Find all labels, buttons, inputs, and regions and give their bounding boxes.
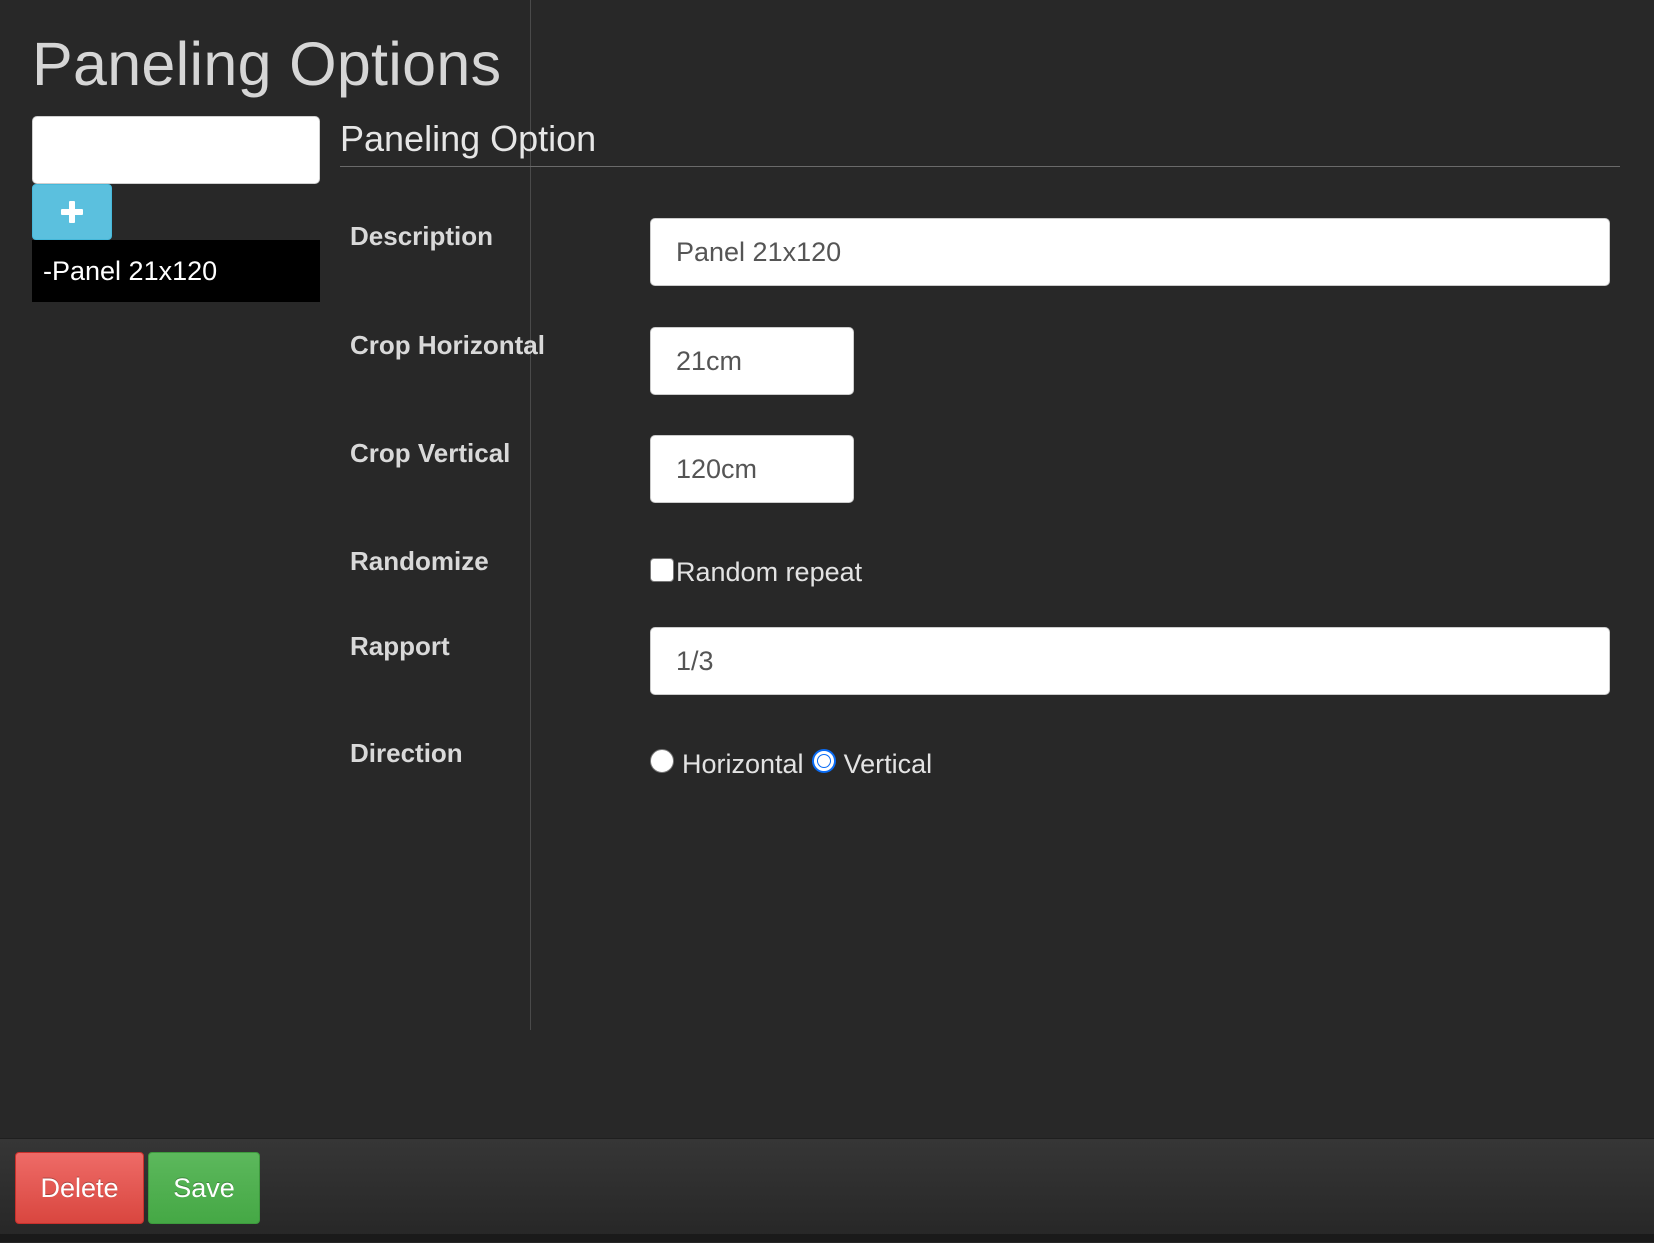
direction-vertical-radio[interactable] <box>811 749 836 773</box>
direction-vertical-label[interactable]: Vertical <box>844 746 933 782</box>
crop-vertical-field[interactable] <box>650 435 854 503</box>
randomize-label: Randomize <box>350 546 489 576</box>
plus-icon <box>61 201 83 223</box>
direction-horizontal-radio[interactable] <box>650 749 674 773</box>
rapport-label: Rapport <box>350 631 450 661</box>
crop-vertical-label: Crop Vertical <box>350 438 511 468</box>
save-button[interactable]: Save <box>148 1152 260 1224</box>
random-repeat-checkbox[interactable] <box>650 558 674 582</box>
options-list: -Panel 21x120 <box>32 240 320 302</box>
add-option-button[interactable] <box>32 184 112 240</box>
delete-button[interactable]: Delete <box>15 1152 144 1224</box>
crop-horizontal-field[interactable] <box>650 327 854 395</box>
direction-horizontal-label[interactable]: Horizontal <box>682 746 804 782</box>
footer-bottom-edge <box>0 1234 1654 1242</box>
new-option-input[interactable] <box>32 116 320 184</box>
description-label: Description <box>350 221 494 251</box>
random-repeat-label[interactable]: Random repeat <box>676 554 862 590</box>
section-title: Paneling Option <box>340 114 1620 167</box>
direction-radio-group: Horizontal Vertical <box>650 740 932 782</box>
direction-label: Direction <box>350 738 463 768</box>
rapport-field[interactable] <box>650 627 1610 695</box>
random-repeat-option: Random repeat <box>650 550 862 590</box>
list-item[interactable]: -Panel 21x120 <box>32 240 320 302</box>
description-field[interactable] <box>650 218 1610 286</box>
footer-toolbar: Delete Save <box>0 1138 1654 1243</box>
page-title: Paneling Options <box>32 30 502 98</box>
crop-horizontal-label: Crop Horizontal <box>350 330 545 360</box>
